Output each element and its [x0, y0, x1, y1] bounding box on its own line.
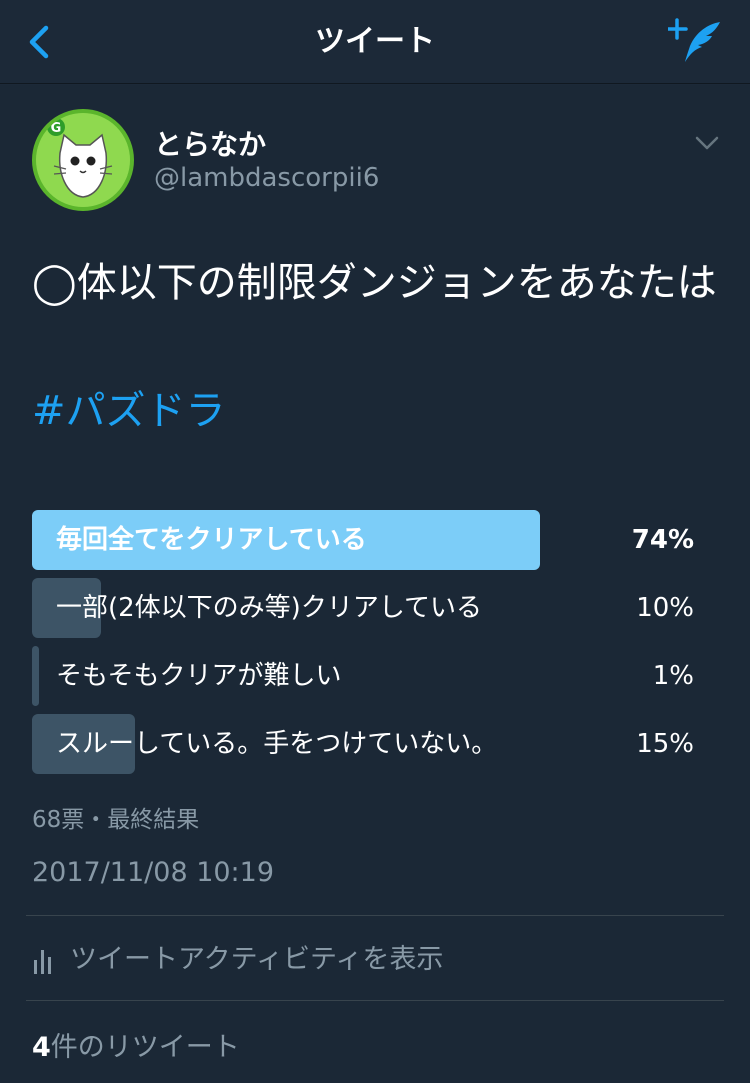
tweet-activity-label: ツイートアクティビティを表示 [70, 944, 444, 975]
cat-avatar-icon: G [36, 113, 130, 207]
poll-option: そもそもクリアが難しい 1% [32, 646, 702, 706]
poll-option-label: 毎回全てをクリアしている [56, 525, 367, 555]
chevron-down-icon [695, 136, 719, 150]
retweet-count-label: 件のリツイート [50, 1032, 240, 1063]
poll-option-label: そもそもクリアが難しい [56, 661, 342, 691]
poll-option-label: 一部(2体以下のみ等)クリアしている [56, 593, 483, 623]
divider [26, 1000, 724, 1001]
retweet-count[interactable]: 4件のリツイート [32, 1025, 240, 1064]
compose-tweet-icon [666, 18, 720, 62]
tweet-menu-button[interactable] [694, 133, 720, 153]
poll-option-bar [32, 646, 39, 706]
nav-bar: ツイート [0, 0, 750, 84]
avatar[interactable]: G [32, 109, 134, 211]
poll-option-percent: 74% [631, 525, 694, 555]
compose-button[interactable] [666, 16, 724, 66]
page-title: ツイート [315, 24, 435, 59]
tweet-text: ◯体以下の制限ダンジョンをあなたは [32, 260, 717, 306]
retweet-count-number: 4 [32, 1032, 51, 1063]
poll-option: スルーしている。手をつけていない。 15% [32, 714, 702, 774]
hashtag-link[interactable]: #パズドラ [32, 379, 226, 443]
svg-text:G: G [51, 121, 62, 136]
tweet-detail: G とらなか @lambdascorpii6 ◯体以下の制限ダンジョンをあなたは… [0, 85, 750, 1083]
poll-option-percent: 1% [652, 661, 694, 691]
poll-option-percent: 15% [636, 729, 694, 759]
poll-option-label: スルーしている。手をつけていない。 [56, 729, 498, 759]
bar-chart-icon [34, 949, 51, 974]
poll-votes-summary: 68票・最終結果 [32, 807, 200, 833]
divider [26, 915, 724, 916]
poll-option: 一部(2体以下のみ等)クリアしている 10% [32, 578, 702, 638]
author-display-name[interactable]: とらなか [154, 123, 266, 163]
tweet-timestamp: 2017/11/08 10:19 [32, 857, 275, 888]
tweet-activity-link[interactable]: ツイートアクティビティを表示 [32, 940, 443, 980]
poll-option: 毎回全てをクリアしている 74% [32, 510, 702, 570]
author-handle[interactable]: @lambdascorpii6 [154, 163, 379, 193]
poll-option-percent: 10% [636, 593, 694, 623]
